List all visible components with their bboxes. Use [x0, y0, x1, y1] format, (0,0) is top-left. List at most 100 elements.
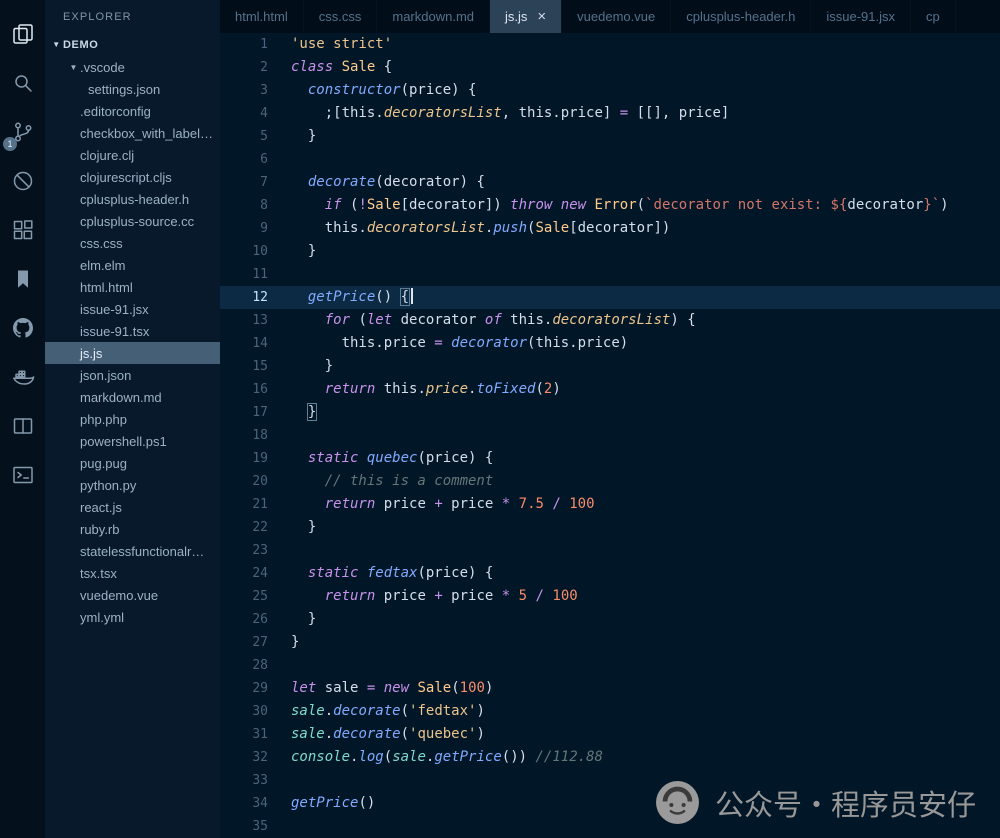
code-line[interactable]: 15 } — [220, 355, 1000, 378]
code-line[interactable]: 20 // this is a comment — [220, 470, 1000, 493]
line-number: 17 — [220, 401, 291, 424]
source-control-icon[interactable]: 1 — [0, 107, 45, 156]
code-line[interactable]: 31sale.decorate('quebec') — [220, 723, 1000, 746]
tab-label: js.js — [505, 9, 527, 24]
code-text: static fedtax(price) { — [291, 562, 493, 585]
tree-item-cplusplus-header.h[interactable]: cplusplus-header.h — [45, 188, 220, 210]
code-line[interactable]: 28 — [220, 654, 1000, 677]
tab-cplusplus-header.h[interactable]: cplusplus-header.h — [671, 0, 811, 33]
tree-item-checkbox-with-label-[interactable]: checkbox_with_label… — [45, 122, 220, 144]
tab-css.css[interactable]: css.css — [304, 0, 378, 33]
search-icon[interactable] — [0, 58, 45, 107]
line-number: 21 — [220, 493, 291, 516]
code-line[interactable]: 12 getPrice() { — [220, 286, 1000, 309]
code-line[interactable]: 14 this.price = decorator(this.price) — [220, 332, 1000, 355]
tree-item-settings.json[interactable]: settings.json — [45, 78, 220, 100]
code-line[interactable]: 4 ;[this.decoratorsList, this.price] = [… — [220, 102, 1000, 125]
tree-item-yml.yml[interactable]: yml.yml — [45, 606, 220, 628]
split-editor-icon[interactable] — [0, 401, 45, 450]
code-editor[interactable]: 1'use strict'2class Sale {3 constructor(… — [220, 33, 1000, 838]
code-line[interactable]: 24 static fedtax(price) { — [220, 562, 1000, 585]
tree-item-elm.elm[interactable]: elm.elm — [45, 254, 220, 276]
file-label: .editorconfig — [80, 104, 151, 119]
disabled-icon[interactable] — [0, 156, 45, 205]
github-icon[interactable] — [0, 303, 45, 352]
code-text: this.price = decorator(this.price) — [291, 332, 628, 355]
code-line[interactable]: 17 } — [220, 401, 1000, 424]
tab-markdown.md[interactable]: markdown.md — [377, 0, 490, 33]
code-line[interactable]: 19 static quebec(price) { — [220, 447, 1000, 470]
code-line[interactable]: 29let sale = new Sale(100) — [220, 677, 1000, 700]
tree-item-markdown.md[interactable]: markdown.md — [45, 386, 220, 408]
code-line[interactable]: 21 return price + price * 7.5 / 100 — [220, 493, 1000, 516]
docker-icon[interactable] — [0, 352, 45, 401]
code-line[interactable]: 16 return this.price.toFixed(2) — [220, 378, 1000, 401]
tab-vuedemo.vue[interactable]: vuedemo.vue — [562, 0, 671, 33]
tree-item-.editorconfig[interactable]: .editorconfig — [45, 100, 220, 122]
code-text: ;[this.decoratorsList, this.price] = [[]… — [291, 102, 729, 125]
tree-item-issue-91.tsx[interactable]: issue-91.tsx — [45, 320, 220, 342]
tree-item-python.py[interactable]: python.py — [45, 474, 220, 496]
code-text: return price + price * 7.5 / 100 — [291, 493, 595, 516]
file-label: cplusplus-source.cc — [80, 214, 194, 229]
code-text: 'use strict' — [291, 33, 392, 56]
file-label: python.py — [80, 478, 136, 493]
code-line[interactable]: 1'use strict' — [220, 33, 1000, 56]
line-number: 25 — [220, 585, 291, 608]
tab-js.js[interactable]: js.js × — [490, 0, 562, 33]
terminal-icon[interactable] — [0, 450, 45, 499]
tree-item-clojure.clj[interactable]: clojure.clj — [45, 144, 220, 166]
line-number: 19 — [220, 447, 291, 470]
tab-html.html[interactable]: html.html — [220, 0, 304, 33]
tab-cp[interactable]: cp — [911, 0, 956, 33]
tree-item-.vscode[interactable]: ▼.vscode — [45, 56, 220, 78]
code-line[interactable]: 25 return price + price * 5 / 100 — [220, 585, 1000, 608]
code-line[interactable]: 27} — [220, 631, 1000, 654]
tree-item-json.json[interactable]: json.json — [45, 364, 220, 386]
line-number: 34 — [220, 792, 291, 815]
code-line[interactable]: 18 — [220, 424, 1000, 447]
tree-item-react.js[interactable]: react.js — [45, 496, 220, 518]
code-line[interactable]: 30sale.decorate('fedtax') — [220, 700, 1000, 723]
code-line[interactable]: 8 if (!Sale[decorator]) throw new Error(… — [220, 194, 1000, 217]
extensions-icon[interactable] — [0, 205, 45, 254]
tree-item-vuedemo.vue[interactable]: vuedemo.vue — [45, 584, 220, 606]
bookmark-icon[interactable] — [0, 254, 45, 303]
code-line[interactable]: 13 for (let decorator of this.decorators… — [220, 309, 1000, 332]
section-header-demo[interactable]: ▼ DEMO — [45, 33, 220, 56]
tree-item-pug.pug[interactable]: pug.pug — [45, 452, 220, 474]
tree-item-issue-91.jsx[interactable]: issue-91.jsx — [45, 298, 220, 320]
file-label: checkbox_with_label… — [80, 126, 213, 141]
tree-item-php.php[interactable]: php.php — [45, 408, 220, 430]
code-line[interactable]: 22 } — [220, 516, 1000, 539]
tree-item-cplusplus-source.cc[interactable]: cplusplus-source.cc — [45, 210, 220, 232]
tree-item-js.js[interactable]: js.js — [45, 342, 220, 364]
close-icon[interactable]: × — [537, 9, 546, 24]
line-number: 33 — [220, 769, 291, 792]
tree-item-statelessfunctionalr-[interactable]: statelessfunctionalr… — [45, 540, 220, 562]
files-icon[interactable] — [0, 9, 45, 58]
tree-item-html.html[interactable]: html.html — [45, 276, 220, 298]
code-text: // this is a comment — [291, 470, 493, 493]
file-label: markdown.md — [80, 390, 162, 405]
code-line[interactable]: 32console.log(sale.getPrice()) //112.88 — [220, 746, 1000, 769]
code-text: this.decoratorsList.push(Sale[decorator]… — [291, 217, 670, 240]
code-line[interactable]: 23 — [220, 539, 1000, 562]
code-line[interactable]: 6 — [220, 148, 1000, 171]
tree-item-powershell.ps1[interactable]: powershell.ps1 — [45, 430, 220, 452]
code-line[interactable]: 26 } — [220, 608, 1000, 631]
code-line[interactable]: 5 } — [220, 125, 1000, 148]
code-line[interactable]: 7 decorate(decorator) { — [220, 171, 1000, 194]
code-line[interactable]: 3 constructor(price) { — [220, 79, 1000, 102]
file-label: issue-91.jsx — [80, 302, 149, 317]
code-line[interactable]: 11 — [220, 263, 1000, 286]
tree-item-ruby.rb[interactable]: ruby.rb — [45, 518, 220, 540]
code-line[interactable]: 10 } — [220, 240, 1000, 263]
code-line[interactable]: 9 this.decoratorsList.push(Sale[decorato… — [220, 217, 1000, 240]
tree-item-clojurescript.cljs[interactable]: clojurescript.cljs — [45, 166, 220, 188]
code-line[interactable]: 2class Sale { — [220, 56, 1000, 79]
tab-label: markdown.md — [392, 9, 474, 24]
tree-item-css.css[interactable]: css.css — [45, 232, 220, 254]
tree-item-tsx.tsx[interactable]: tsx.tsx — [45, 562, 220, 584]
tab-issue-91.jsx[interactable]: issue-91.jsx — [811, 0, 911, 33]
